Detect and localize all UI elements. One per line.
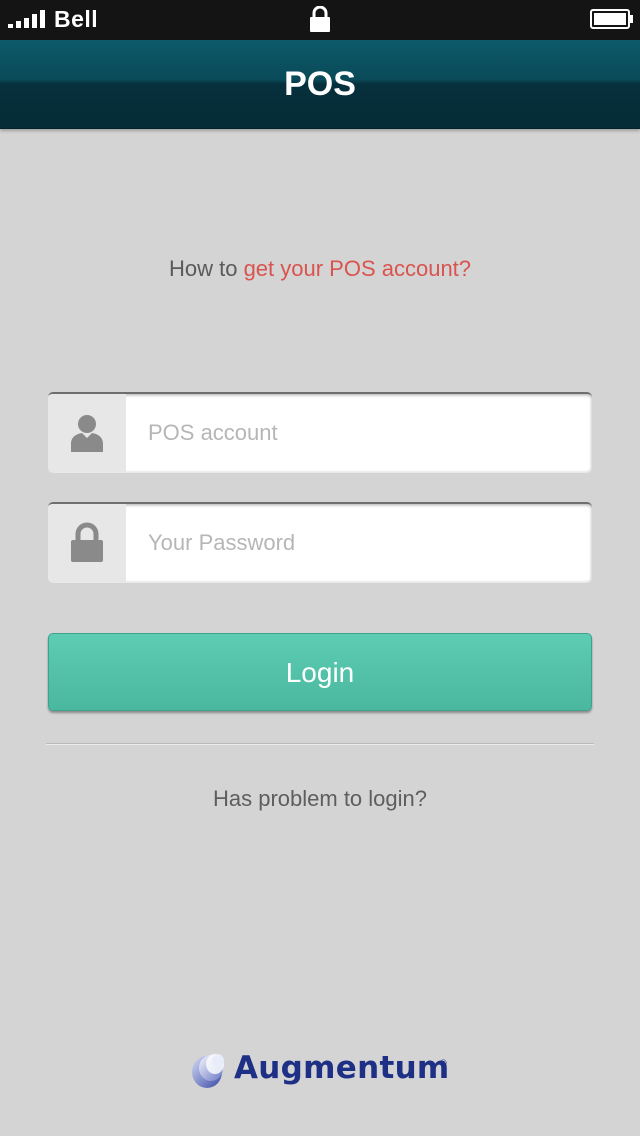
battery-icon <box>590 9 633 29</box>
account-help-prefix: How to <box>168 256 244 281</box>
login-button[interactable]: Login <box>48 633 592 711</box>
get-account-link[interactable]: get your POS account? <box>244 256 471 281</box>
status-bar: Bell <box>0 0 640 40</box>
augmentum-logo-icon <box>192 1054 224 1088</box>
navigation-bar: POS <box>0 40 640 129</box>
registered-mark: ® <box>440 1058 447 1068</box>
password-input[interactable] <box>126 504 592 582</box>
divider <box>46 743 594 745</box>
logo-text: Augmentum <box>234 1050 450 1086</box>
user-icon <box>71 415 103 452</box>
account-field <box>48 392 592 472</box>
account-help-text: How to get your POS account? <box>0 256 640 282</box>
lock-icon <box>71 522 103 562</box>
page-title: POS <box>284 65 356 103</box>
carrier-name: Bell <box>54 6 99 32</box>
password-icon-box <box>48 504 126 582</box>
lock-icon <box>310 6 330 32</box>
password-field <box>48 502 592 582</box>
company-logo: Augmentum ® <box>190 1048 452 1094</box>
login-problem-link[interactable]: Has problem to login? <box>0 786 640 812</box>
account-icon-box <box>48 394 126 472</box>
signal-bars-icon <box>8 10 45 28</box>
account-input[interactable] <box>126 394 592 472</box>
